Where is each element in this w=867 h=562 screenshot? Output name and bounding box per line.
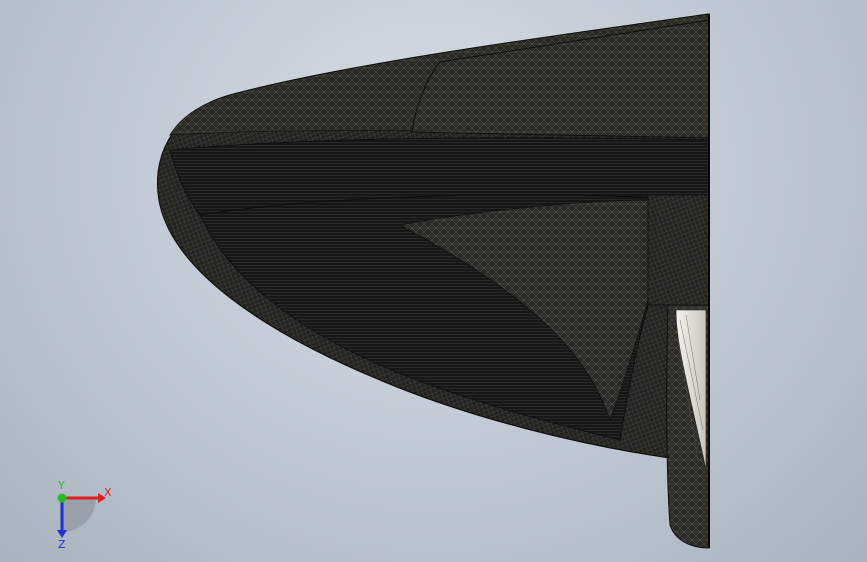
triad-shade: [62, 498, 96, 532]
y-axis-label: Y: [57, 480, 65, 492]
y-axis-dot-icon: [57, 493, 67, 503]
right-block: [647, 194, 710, 306]
z-arrow-icon: [57, 530, 67, 538]
z-axis-label: Z: [58, 538, 66, 550]
x-axis-label: X: [104, 486, 112, 499]
orientation-triad[interactable]: X Y Z: [40, 480, 120, 550]
graphics-viewport[interactable]: X Y Z: [0, 0, 867, 562]
mesh-model[interactable]: [0, 0, 867, 562]
